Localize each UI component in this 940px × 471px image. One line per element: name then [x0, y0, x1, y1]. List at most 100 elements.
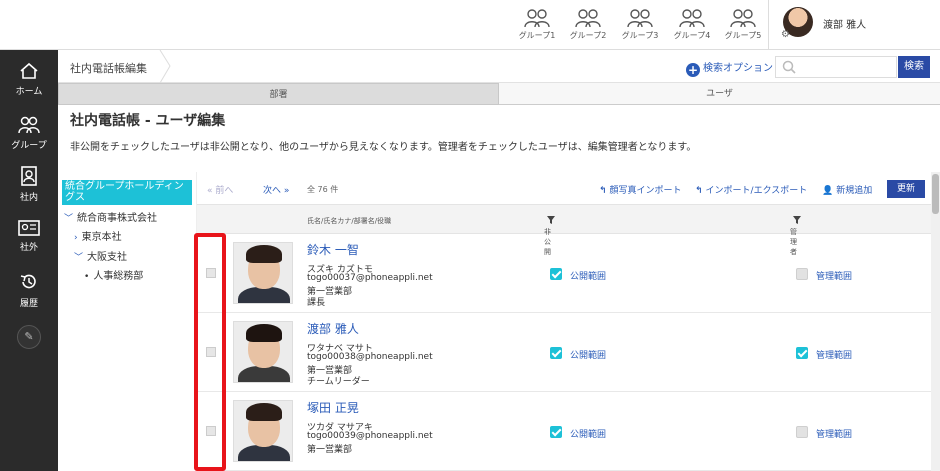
- private-checkbox[interactable]: [550, 347, 562, 359]
- user-email: togo00038@phoneappli.net: [307, 352, 433, 362]
- public-scope-link[interactable]: 公開範囲: [570, 348, 606, 361]
- search-options-link[interactable]: + 検索オプション: [686, 59, 773, 77]
- chevron-down-icon: ﹀: [64, 214, 74, 224]
- tree-node[interactable]: ﹀ 統合商事株式会社: [64, 209, 157, 224]
- admin-scope-link[interactable]: 管理範囲: [816, 348, 852, 361]
- page-title: 社内電話帳 - ユーザ編集: [70, 113, 226, 129]
- rail-item-group[interactable]: グループ: [0, 116, 58, 168]
- tab-department[interactable]: 部署: [58, 83, 499, 105]
- public-scope-link[interactable]: 公開範囲: [570, 427, 606, 440]
- bullet-icon: •: [84, 272, 90, 282]
- admin-scope-link[interactable]: 管理範囲: [816, 427, 852, 440]
- history-icon: [20, 274, 36, 289]
- user-email: togo00039@phoneappli.net: [307, 431, 433, 441]
- rail-item-label: 社外: [19, 243, 38, 253]
- tree-node-label: 東京本社: [81, 232, 122, 243]
- user-photo: [233, 321, 293, 383]
- tree-node[interactable]: • 人事総務部: [84, 267, 143, 282]
- scrollbar[interactable]: [931, 172, 940, 471]
- admin-checkbox[interactable]: [796, 268, 808, 280]
- user-name-link[interactable]: 塚田 正晃: [307, 399, 359, 416]
- admin-checkbox[interactable]: [796, 347, 808, 359]
- filter-icon[interactable]: [547, 216, 555, 224]
- left-rail: ホーム グループ 社内 社外 履歴 ✎: [0, 50, 58, 471]
- rail-item-home[interactable]: ホーム: [0, 62, 58, 114]
- column-admin[interactable]: 管理者: [790, 216, 801, 256]
- tab-user[interactable]: ユーザ: [499, 83, 940, 105]
- chevron-right-icon: [159, 50, 171, 83]
- tree-root[interactable]: 統合グループホールディングス: [62, 180, 192, 205]
- user-name-link[interactable]: 鈴木 一智: [307, 241, 359, 258]
- rail-item-history[interactable]: 履歴: [0, 272, 58, 324]
- private-checkbox[interactable]: [550, 268, 562, 280]
- public-scope-link[interactable]: 公開範囲: [570, 269, 606, 282]
- user-list: « 前へ 次へ » 全 76 件 ↰ 顔写真インポート ↰ インポート/エクスポート…: [196, 172, 932, 471]
- org-tree: 統合グループホールディングス ﹀ 統合商事株式会社 › 東京本社 ﹀ 大阪支社 • 人事…: [58, 172, 194, 471]
- rail-item-internal[interactable]: 社内: [0, 166, 58, 218]
- admin-scope-link[interactable]: 管理範囲: [816, 269, 852, 282]
- filter-icon[interactable]: [793, 216, 801, 224]
- group-button-5[interactable]: グループ5: [718, 6, 768, 46]
- user-name: 渡部 雅人: [823, 20, 867, 31]
- pin-icon[interactable]: ✎: [17, 325, 41, 349]
- import-arrow-icon: ↰: [695, 186, 703, 196]
- admin-checkbox[interactable]: [796, 426, 808, 438]
- rail-item-label: グループ: [11, 141, 47, 151]
- user-title: 課長: [307, 298, 326, 308]
- search-input[interactable]: [775, 56, 897, 78]
- update-button[interactable]: 更新: [887, 180, 925, 198]
- group-icon: [18, 116, 40, 134]
- directory-icon: [21, 166, 37, 186]
- add-user-icon: 👤: [822, 186, 834, 196]
- search-options-label: 検索オプション: [703, 63, 773, 74]
- page-description: 非公開をチェックしたユーザは非公開となり、他のユーザから見えなくなります。管理者…: [70, 142, 697, 153]
- user-email: togo00037@phoneappli.net: [307, 273, 433, 283]
- prev-page-link[interactable]: « 前へ: [207, 183, 233, 196]
- group-button-3[interactable]: グループ3: [615, 6, 665, 46]
- table-row: 渡部 雅人 ワタナベ マサト togo00038@phoneappli.net …: [197, 313, 932, 392]
- tree-node[interactable]: ﹀ 大阪支社: [74, 248, 127, 263]
- tab-bar: 部署 ユーザ: [58, 83, 940, 105]
- user-title: チームリーダー: [307, 377, 370, 387]
- user-dept: 第一営業部: [307, 445, 353, 455]
- group-icon: [524, 9, 550, 28]
- next-page-link[interactable]: 次へ »: [263, 183, 289, 196]
- group-label: グループ5: [724, 31, 762, 40]
- chevron-right-icon: ›: [74, 233, 78, 243]
- import-export-link[interactable]: ↰ インポート/エクスポート: [695, 183, 807, 196]
- gear-icon[interactable]: ⚙: [781, 29, 790, 40]
- tree-node-label: 人事総務部: [93, 271, 144, 282]
- table-row: 塚田 正晃 ツカダ マサアキ togo00039@phoneappli.net …: [197, 392, 932, 471]
- group-icon: [575, 9, 601, 28]
- search-icon: [782, 60, 796, 74]
- home-icon: [20, 62, 38, 79]
- rail-item-external[interactable]: 社外: [0, 220, 58, 272]
- add-new-label: 新規追加: [836, 186, 873, 196]
- group-button-2[interactable]: グループ2: [563, 6, 613, 46]
- rail-item-label: ホーム: [15, 87, 43, 97]
- search-button[interactable]: 検索: [898, 56, 930, 78]
- column-header: 氏名/氏名カナ/部署名/役職 非公開 管理者: [197, 204, 932, 256]
- plus-icon: +: [686, 63, 700, 77]
- user-name-link[interactable]: 渡部 雅人: [307, 320, 359, 337]
- contact-card-icon: [18, 220, 40, 236]
- column-name: 氏名/氏名カナ/部署名/役職: [307, 217, 392, 225]
- group-label: グループ4: [673, 31, 711, 40]
- user-photo: [233, 242, 293, 304]
- column-private[interactable]: 非公開: [544, 216, 555, 256]
- tree-node-label: 大阪支社: [87, 252, 128, 263]
- rail-item-label: 社内: [19, 193, 38, 203]
- tree-node[interactable]: › 東京本社: [74, 228, 122, 243]
- group-button-4[interactable]: グループ4: [667, 6, 717, 46]
- group-label: グループ2: [569, 31, 607, 40]
- table-row: 鈴木 一智 スズキ カズトモ togo00037@phoneappli.net …: [197, 234, 932, 313]
- photo-import-link[interactable]: ↰ 顔写真インポート: [599, 183, 682, 196]
- rail-item-label: 履歴: [19, 299, 38, 309]
- user-menu[interactable]: ⚙ 渡部 雅人: [768, 0, 940, 50]
- scrollbar-thumb[interactable]: [932, 174, 939, 214]
- prev-label: 前へ: [215, 186, 234, 196]
- breadcrumb[interactable]: 社内電話帳編集: [70, 60, 147, 76]
- add-new-link[interactable]: 👤 新規追加: [822, 183, 872, 196]
- private-checkbox[interactable]: [550, 426, 562, 438]
- group-button-1[interactable]: グループ1: [512, 6, 562, 46]
